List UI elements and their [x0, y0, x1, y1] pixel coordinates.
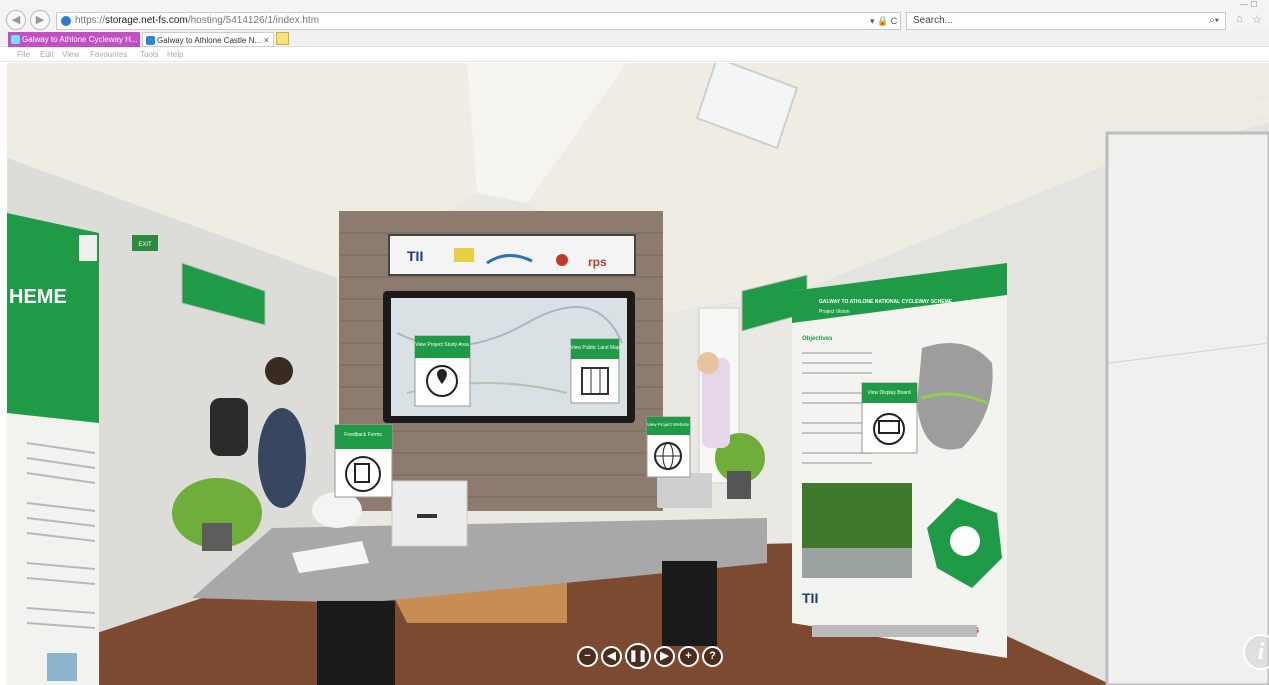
- plant-pot-left: [202, 523, 232, 551]
- url-tools[interactable]: ▾ 🔒 C: [870, 12, 897, 30]
- table-leg-left: [317, 601, 395, 685]
- woman-backpack: [210, 398, 248, 456]
- left-banner-qr: [47, 653, 77, 681]
- search-icon[interactable]: ⌕▾: [1209, 13, 1219, 29]
- search-placeholder: Search...: [913, 15, 954, 26]
- tab-favicon: [146, 36, 155, 45]
- button-label: View Public Land Map: [570, 345, 620, 351]
- feedback-form-icon: [345, 456, 381, 492]
- side-panel-toggle[interactable]: [1249, 96, 1269, 120]
- tii-logo: TII: [407, 248, 423, 264]
- menu-favourites[interactable]: Favourites: [90, 48, 127, 62]
- menu-tools[interactable]: Tools: [140, 48, 159, 62]
- tab-label: Galway to Athlone Castle N...: [157, 36, 262, 45]
- new-tab-button[interactable]: [276, 32, 289, 45]
- address-bar-row: ◀ ▶ https://storage.net-fs.com/hosting/5…: [0, 0, 1269, 30]
- woman-head: [265, 357, 293, 385]
- forward-button[interactable]: ▶: [30, 10, 50, 30]
- photo-road: [802, 548, 912, 578]
- rps-logo: rps: [588, 255, 607, 269]
- pan-right-button[interactable]: ▶: [654, 646, 675, 667]
- button-label: View Project Website: [647, 422, 690, 427]
- button-label: View Display Board: [867, 390, 910, 396]
- view-study-area-button[interactable]: View Project Study Area: [414, 335, 471, 407]
- feedback-forms-button[interactable]: Feedback Forms: [334, 424, 393, 498]
- man-head: [697, 352, 719, 374]
- menu-help[interactable]: Help: [167, 48, 183, 62]
- virtual-tour-viewer[interactable]: TII rps View Project Study Area View Pub: [7, 63, 1269, 685]
- right-banner-subtitle: Project Vision: [819, 309, 850, 315]
- virtual-room-scene: TII rps View Project Study Area View Pub: [7, 63, 1269, 685]
- url-path: /hosting/5414126/1/index.htm: [187, 15, 320, 26]
- tab-close-icon[interactable]: ×: [264, 33, 269, 46]
- vision-diagram-center: [950, 526, 980, 556]
- tab-galway-castle[interactable]: Galway to Athlone Castle N... ×: [142, 32, 274, 47]
- zoom-out-button[interactable]: −: [577, 646, 598, 667]
- tab-label: Galway to Athlone Cycleway H...: [22, 35, 138, 44]
- url-host: storage.net-fs.com: [105, 15, 188, 26]
- view-display-board-button[interactable]: View Display Board: [861, 382, 918, 454]
- button-label: View Project Study Area: [415, 342, 469, 348]
- tab-favicon: [11, 35, 20, 44]
- right-banner-title: GALWAY TO ATHLONE NATIONAL CYCLEWAY SCHE…: [819, 299, 953, 305]
- feedback-box: [391, 480, 468, 547]
- right-banner: [792, 263, 1007, 658]
- feedback-box-slot: [417, 514, 437, 518]
- laptop: [657, 473, 712, 508]
- banner-stand: [812, 625, 977, 637]
- window-controls[interactable]: — ☐: [1240, 0, 1257, 9]
- menu-bar: File Edit View Favourites Tools Help: [0, 48, 1269, 62]
- right-banner-tii-logo: TII: [802, 590, 818, 606]
- zoom-in-button[interactable]: +: [678, 646, 699, 667]
- button-label: Feedback Forms: [344, 432, 382, 438]
- pause-button[interactable]: ❚❚: [625, 643, 651, 669]
- partner-logo-mark: [556, 254, 568, 266]
- right-window: [1105, 131, 1269, 685]
- menu-file[interactable]: File: [17, 48, 30, 62]
- site-icon: [61, 16, 71, 26]
- left-banner-crest: [79, 235, 97, 261]
- menu-view[interactable]: View: [62, 48, 79, 62]
- exit-sign-label: EXIT: [138, 242, 152, 248]
- search-input[interactable]: Search... ⌕▾: [906, 12, 1226, 30]
- left-banner-heading: HEME: [9, 286, 67, 308]
- home-icon[interactable]: ⌂: [1236, 13, 1243, 25]
- tab-galway-cycleway[interactable]: Galway to Athlone Cycleway H...: [8, 32, 140, 47]
- table-leg-right: [662, 561, 717, 646]
- tab-strip: Galway to Athlone Cycleway H... Galway t…: [0, 30, 1269, 47]
- plant-pot-right: [727, 471, 751, 499]
- woman-figure: [258, 408, 306, 508]
- view-land-map-button[interactable]: View Public Land Map: [570, 338, 620, 404]
- menu-edit[interactable]: Edit: [40, 48, 54, 62]
- back-button[interactable]: ◀: [6, 10, 26, 30]
- right-banner-section: Objectives: [802, 336, 833, 342]
- browser-window: ◀ ▶ https://storage.net-fs.com/hosting/5…: [0, 0, 1269, 685]
- pan-left-button[interactable]: ◀: [601, 646, 622, 667]
- view-project-website-button[interactable]: View Project Website: [646, 416, 691, 478]
- favorites-star-icon[interactable]: ☆: [1252, 13, 1262, 26]
- url-prefix: https://: [75, 15, 106, 26]
- help-button[interactable]: ?: [702, 646, 723, 667]
- url-field[interactable]: https://storage.net-fs.com/hosting/54141…: [56, 12, 901, 30]
- partner-logo: [454, 248, 474, 262]
